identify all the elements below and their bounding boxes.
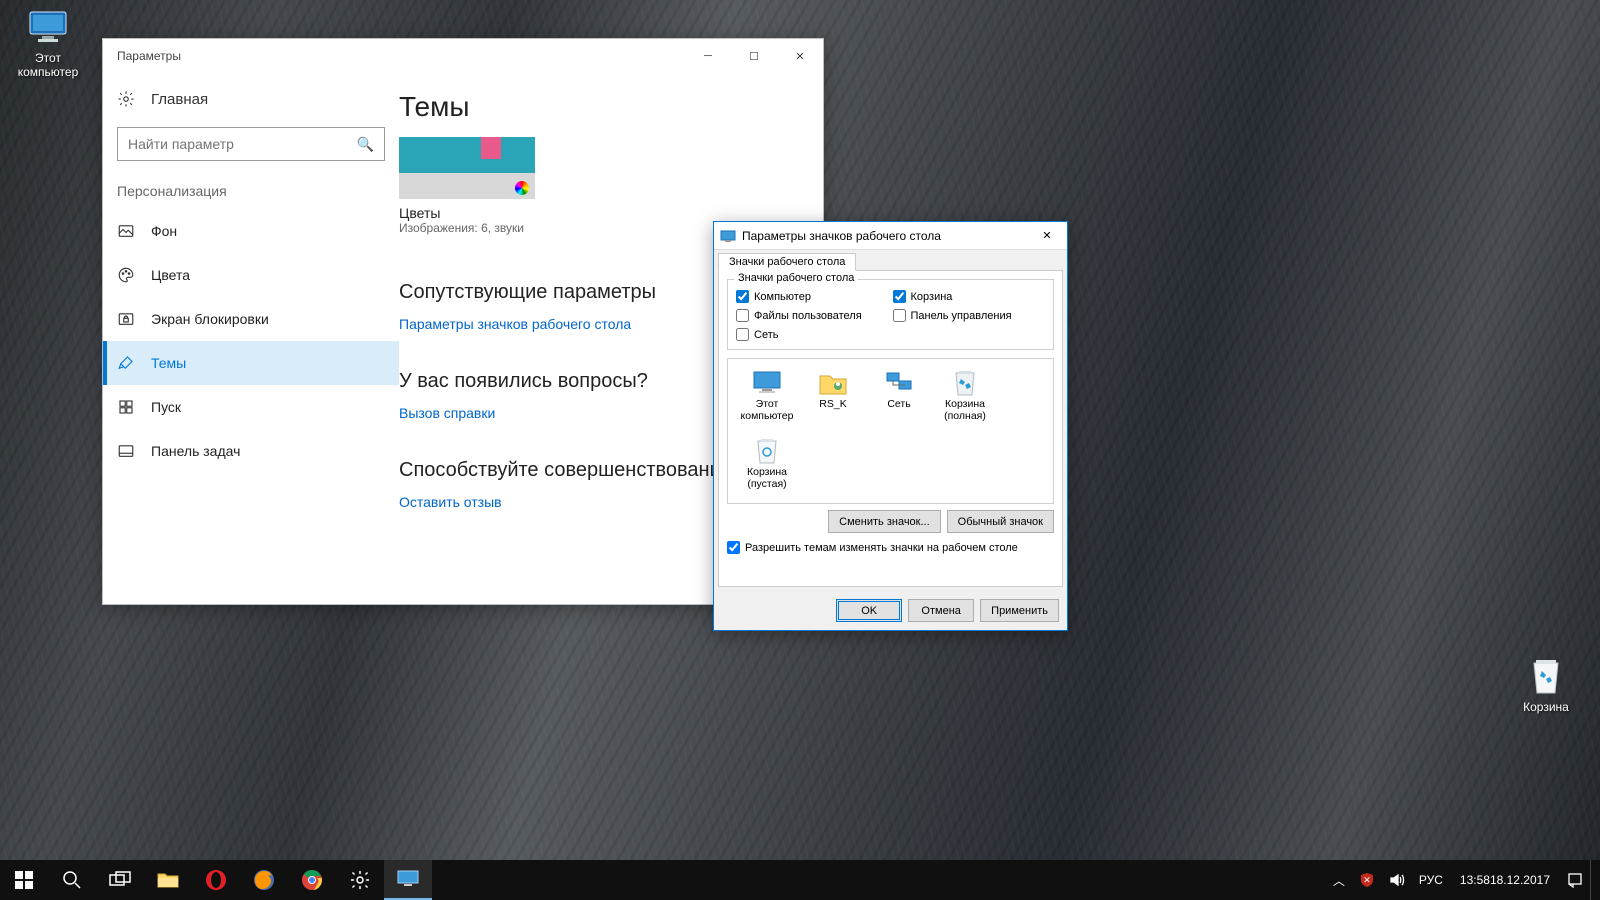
svg-text:✕: ✕ — [1363, 875, 1371, 885]
firefox-icon — [253, 869, 275, 891]
folder-icon — [157, 871, 179, 889]
taskbar-app-desktop-icons-dialog[interactable] — [384, 860, 432, 900]
taskbar-app-chrome[interactable] — [288, 860, 336, 900]
desktop-icon-label: Этот компьютер — [18, 51, 79, 79]
dialog-titlebar[interactable]: Параметры значков рабочего стола ✕ — [714, 222, 1067, 250]
checkbox-network[interactable]: Сеть — [736, 328, 889, 341]
checkbox-computer[interactable]: Компьютер — [736, 290, 889, 303]
sidebar-item-start[interactable]: Пуск — [103, 385, 399, 429]
monitor-icon — [26, 8, 70, 48]
start-button[interactable] — [0, 860, 48, 900]
sidebar-item-taskbar[interactable]: Панель задач — [103, 429, 399, 473]
monitor-icon — [397, 870, 419, 888]
page-title: Темы — [399, 91, 795, 123]
recycle-bin-full-icon — [949, 369, 981, 397]
sidebar-item-background[interactable]: Фон — [103, 209, 399, 253]
sidebar-item-colors[interactable]: Цвета — [103, 253, 399, 297]
tray-security[interactable]: ✕ — [1352, 860, 1382, 900]
preview-icon-network[interactable]: Сеть — [866, 365, 932, 433]
taskbar-app-explorer[interactable] — [144, 860, 192, 900]
checkbox-recycle-bin[interactable]: Корзина — [893, 290, 1046, 303]
preview-icon-user[interactable]: RS_K — [800, 365, 866, 433]
taskbar: ︿ ✕ РУС 13:58 18.12.2017 — [0, 860, 1600, 900]
desktop-icon-recycle-bin[interactable]: Корзина — [1508, 657, 1584, 714]
checkbox-control-panel[interactable]: Панель управления — [893, 309, 1046, 322]
dialog-icon — [720, 228, 736, 244]
desktop-icons-group: Значки рабочего стола Компьютер Корзина … — [727, 279, 1054, 350]
chevron-up-icon: ︿ — [1333, 872, 1345, 889]
tray-volume[interactable] — [1382, 860, 1412, 900]
maximize-button[interactable]: ☐ — [731, 40, 777, 72]
gear-icon — [117, 90, 135, 108]
dialog-tab[interactable]: Значки рабочего стола — [718, 253, 856, 271]
windows-logo-icon — [15, 871, 33, 889]
opera-icon — [205, 869, 227, 891]
close-button[interactable]: ✕ — [777, 40, 823, 72]
ok-button[interactable]: OK — [836, 599, 902, 622]
tray-clock[interactable]: 13:58 18.12.2017 — [1450, 860, 1560, 900]
recycle-bin-empty-icon — [751, 437, 783, 465]
search-icon: 🔍 — [357, 136, 374, 153]
desktop-icon-settings-dialog: Параметры значков рабочего стола ✕ Значк… — [713, 221, 1068, 631]
search-input[interactable] — [128, 136, 357, 152]
change-icon-button[interactable]: Сменить значок... — [828, 510, 941, 533]
taskbar-app-settings[interactable] — [336, 860, 384, 900]
lockscreen-icon — [117, 310, 135, 328]
gear-icon — [349, 869, 371, 891]
taskbar-app-firefox[interactable] — [240, 860, 288, 900]
taskbar-app-opera[interactable] — [192, 860, 240, 900]
palette-icon — [117, 266, 135, 284]
shield-alert-icon: ✕ — [1359, 872, 1375, 888]
network-icon — [883, 369, 915, 397]
checkbox-user-files[interactable]: Файлы пользователя — [736, 309, 889, 322]
tray-chevron-up[interactable]: ︿ — [1326, 860, 1352, 900]
notification-icon — [1567, 872, 1583, 888]
taskbar-icon — [117, 442, 135, 460]
user-folder-icon — [817, 369, 849, 397]
default-icon-button[interactable]: Обычный значок — [947, 510, 1054, 533]
brush-icon — [117, 354, 135, 372]
icon-preview-box: Этот компьютер RS_K Сеть Корзина (полная… — [727, 358, 1054, 504]
desktop-icon-this-pc[interactable]: Этот компьютер — [10, 8, 86, 79]
sidebar-section-label: Персонализация — [103, 175, 399, 209]
theme-name: Цветы — [399, 205, 795, 221]
taskbar-search[interactable] — [48, 860, 96, 900]
settings-titlebar[interactable]: Параметры ─ ☐ ✕ — [103, 39, 823, 73]
theme-thumbnail[interactable] — [399, 137, 535, 199]
chrome-icon — [301, 869, 323, 891]
volume-icon — [1389, 872, 1405, 888]
show-desktop-button[interactable] — [1590, 860, 1596, 900]
desktop-icon-settings-link[interactable]: Параметры значков рабочего стола — [399, 316, 631, 332]
desktop-icon-label: Корзина — [1523, 700, 1569, 714]
monitor-icon — [751, 369, 783, 397]
settings-window-title: Параметры — [117, 49, 181, 63]
preview-icon-this-pc[interactable]: Этот компьютер — [734, 365, 800, 433]
sidebar-home[interactable]: Главная — [103, 77, 399, 121]
minimize-button[interactable]: ─ — [685, 40, 731, 72]
get-help-link[interactable]: Вызов справки — [399, 405, 495, 421]
tray-notifications[interactable] — [1560, 860, 1590, 900]
task-view-icon — [109, 871, 131, 889]
settings-sidebar: Главная 🔍 Персонализация Фон Цвета Экран… — [103, 73, 399, 604]
search-icon — [62, 870, 82, 890]
sidebar-item-lockscreen[interactable]: Экран блокировки — [103, 297, 399, 341]
cancel-button[interactable]: Отмена — [908, 599, 974, 622]
task-view-button[interactable] — [96, 860, 144, 900]
apply-button[interactable]: Применить — [980, 599, 1059, 622]
start-grid-icon — [117, 398, 135, 416]
checkbox-allow-themes[interactable]: Разрешить темам изменять значки на рабоч… — [727, 541, 1054, 554]
recycle-bin-icon — [1524, 657, 1568, 697]
feedback-link[interactable]: Оставить отзыв — [399, 494, 502, 510]
picture-icon — [117, 222, 135, 240]
sidebar-item-themes[interactable]: Темы — [103, 341, 399, 385]
dialog-close-button[interactable]: ✕ — [1027, 222, 1067, 249]
settings-search[interactable]: 🔍 — [117, 127, 385, 161]
preview-icon-bin-full[interactable]: Корзина (полная) — [932, 365, 998, 433]
preview-icon-bin-empty[interactable]: Корзина (пустая) — [734, 433, 800, 501]
tray-language[interactable]: РУС — [1412, 860, 1450, 900]
dialog-title: Параметры значков рабочего стола — [742, 229, 1027, 243]
